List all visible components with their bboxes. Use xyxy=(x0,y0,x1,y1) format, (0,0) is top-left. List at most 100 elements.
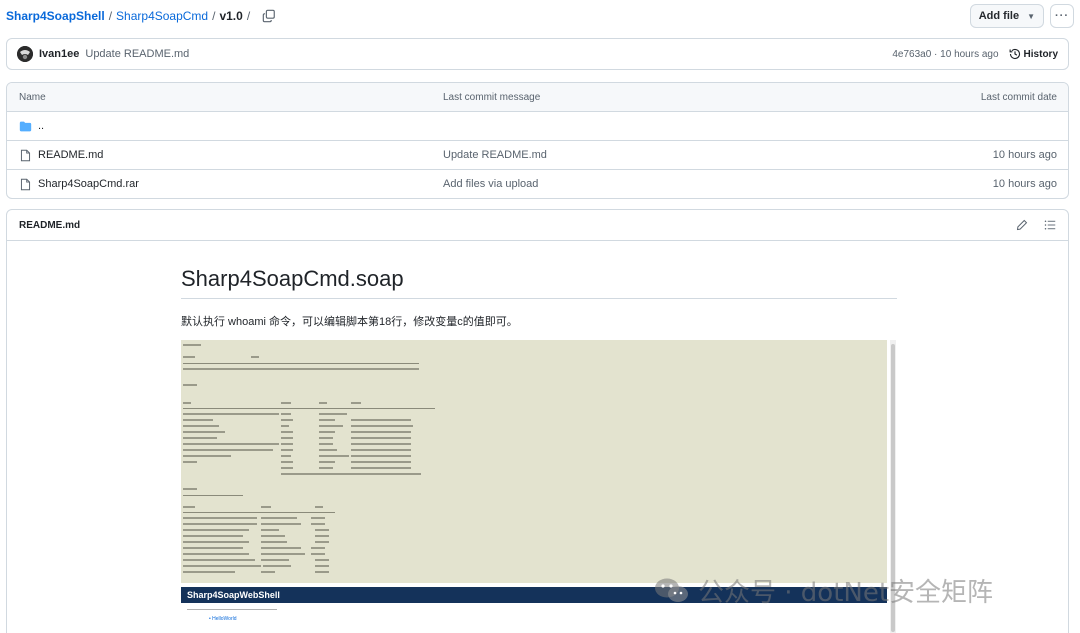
terminal-text-line xyxy=(281,402,291,404)
terminal-text-line xyxy=(351,449,411,451)
terminal-text-line xyxy=(183,437,217,439)
history-icon xyxy=(1009,48,1020,60)
terminal-text-line xyxy=(315,565,329,567)
history-label: History xyxy=(1023,48,1058,60)
chevron-down-icon: ▼ xyxy=(1027,11,1035,21)
terminal-text-line xyxy=(351,431,411,433)
parent-directory-link[interactable]: .. xyxy=(38,120,44,132)
terminal-text-line xyxy=(183,541,249,543)
terminal-text-line xyxy=(281,473,421,475)
terminal-text-line xyxy=(183,455,231,457)
terminal-text-line xyxy=(183,402,191,404)
file-link[interactable]: README.md xyxy=(38,149,103,161)
add-file-label: Add file xyxy=(978,10,1020,22)
terminal-text-line xyxy=(319,402,327,404)
top-actions: Add file ▼ ··· xyxy=(969,4,1074,28)
watermark: 公众号 · dotNet安全矩阵 xyxy=(654,572,993,609)
terminal-text-line xyxy=(183,368,419,370)
table-row[interactable]: README.md Update README.md 10 hours ago xyxy=(7,140,1068,169)
terminal-output-image xyxy=(181,340,887,583)
terminal-text-line xyxy=(183,488,197,490)
terminal-text-line xyxy=(319,425,343,427)
copy-path-icon[interactable] xyxy=(262,9,276,23)
readme-panel: README.md Sharp4SoapCmd.soap 默认执行 whoami… xyxy=(6,209,1069,633)
terminal-text-line xyxy=(183,565,261,567)
readme-header: README.md xyxy=(7,210,1068,241)
terminal-text-line xyxy=(261,517,297,519)
terminal-text-line xyxy=(319,431,335,433)
readme-body: Sharp4SoapCmd.soap 默认执行 whoami 命令，可以编辑脚本… xyxy=(181,242,897,633)
breadcrumb-separator: / xyxy=(108,9,113,23)
terminal-text-line xyxy=(281,443,293,445)
terminal-text-line xyxy=(281,461,293,463)
terminal-text-line xyxy=(183,535,243,537)
breadcrumb-separator: / xyxy=(246,9,251,23)
terminal-text-line xyxy=(261,535,285,537)
terminal-text-line xyxy=(315,535,329,537)
terminal-text-line xyxy=(261,506,271,508)
terminal-text-line xyxy=(281,431,293,433)
terminal-text-line xyxy=(281,425,289,427)
commit-message-link[interactable]: Update README.md xyxy=(85,48,189,60)
breadcrumb-repo-link[interactable]: Sharp4SoapShell xyxy=(6,9,105,23)
column-header-message: Last commit message xyxy=(443,91,541,103)
file-commit-message[interactable]: Add files via upload xyxy=(443,178,868,190)
terminal-text-line xyxy=(261,553,305,555)
table-header: Name Last commit message Last commit dat… xyxy=(7,83,1068,111)
terminal-text-line xyxy=(315,529,329,531)
terminal-text-line xyxy=(351,455,411,457)
breadcrumb-folder-link[interactable]: Sharp4SoapCmd xyxy=(116,9,208,23)
terminal-text-line xyxy=(315,571,329,573)
file-icon xyxy=(20,149,31,161)
file-link[interactable]: Sharp4SoapCmd.rar xyxy=(38,178,139,190)
folder-icon xyxy=(19,121,32,131)
more-options-button[interactable]: ··· xyxy=(1050,4,1074,28)
commit-hash-time[interactable]: 4e763a0 · 10 hours ago xyxy=(892,49,998,60)
terminal-text-line xyxy=(183,425,219,427)
column-header-name: Name xyxy=(19,91,46,103)
terminal-text-line xyxy=(351,461,411,463)
terminal-text-line xyxy=(261,541,287,543)
terminal-text-line xyxy=(183,431,225,433)
terminal-text-line xyxy=(311,523,325,525)
terminal-text-line xyxy=(183,529,249,531)
terminal-text-line xyxy=(351,443,411,445)
terminal-text-line xyxy=(315,541,329,543)
terminal-text-line xyxy=(183,449,273,451)
file-commit-date: 10 hours ago xyxy=(992,149,1057,161)
terminal-text-line xyxy=(311,517,325,519)
terminal-rule xyxy=(183,363,419,364)
history-button[interactable]: History xyxy=(1009,48,1058,60)
table-row[interactable]: Sharp4SoapCmd.rar Add files via upload 1… xyxy=(7,169,1068,198)
top-bar: Sharp4SoapShell / Sharp4SoapCmd / v1.0 /… xyxy=(6,0,1074,32)
add-file-button[interactable]: Add file ▼ xyxy=(969,4,1044,28)
outline-list-icon[interactable] xyxy=(1044,219,1056,231)
terminal-text-line xyxy=(261,547,301,549)
file-table: Name Last commit message Last commit dat… xyxy=(6,82,1069,199)
terminal-text-line xyxy=(311,547,325,549)
readme-label[interactable]: README.md xyxy=(19,220,80,231)
terminal-text-line xyxy=(319,467,333,469)
terminal-text-line xyxy=(351,402,361,404)
commit-author-link[interactable]: Ivan1ee xyxy=(39,48,79,60)
avatar[interactable] xyxy=(17,46,33,62)
breadcrumb-separator: / xyxy=(212,9,216,23)
breadcrumb-current: v1.0 xyxy=(219,9,243,23)
parent-cell: .. xyxy=(7,120,443,133)
terminal-text-line xyxy=(261,523,301,525)
terminal-text-line xyxy=(351,419,411,421)
table-row-parent[interactable]: .. xyxy=(7,111,1068,140)
terminal-text-line xyxy=(281,437,293,439)
terminal-text-line xyxy=(281,413,291,415)
terminal-text-line xyxy=(281,455,291,457)
readme-title: Sharp4SoapCmd.soap xyxy=(181,266,897,299)
terminal-text-line xyxy=(315,506,323,508)
terminal-rule xyxy=(183,408,435,409)
commit-meta: 4e763a0 · 10 hours ago History xyxy=(892,48,1058,60)
edit-pencil-icon[interactable] xyxy=(1016,219,1028,231)
file-commit-message[interactable]: Update README.md xyxy=(443,149,868,161)
terminal-text-line xyxy=(351,437,411,439)
terminal-text-line xyxy=(183,419,213,421)
terminal-text-line xyxy=(183,553,249,555)
terminal-rule xyxy=(183,495,243,496)
